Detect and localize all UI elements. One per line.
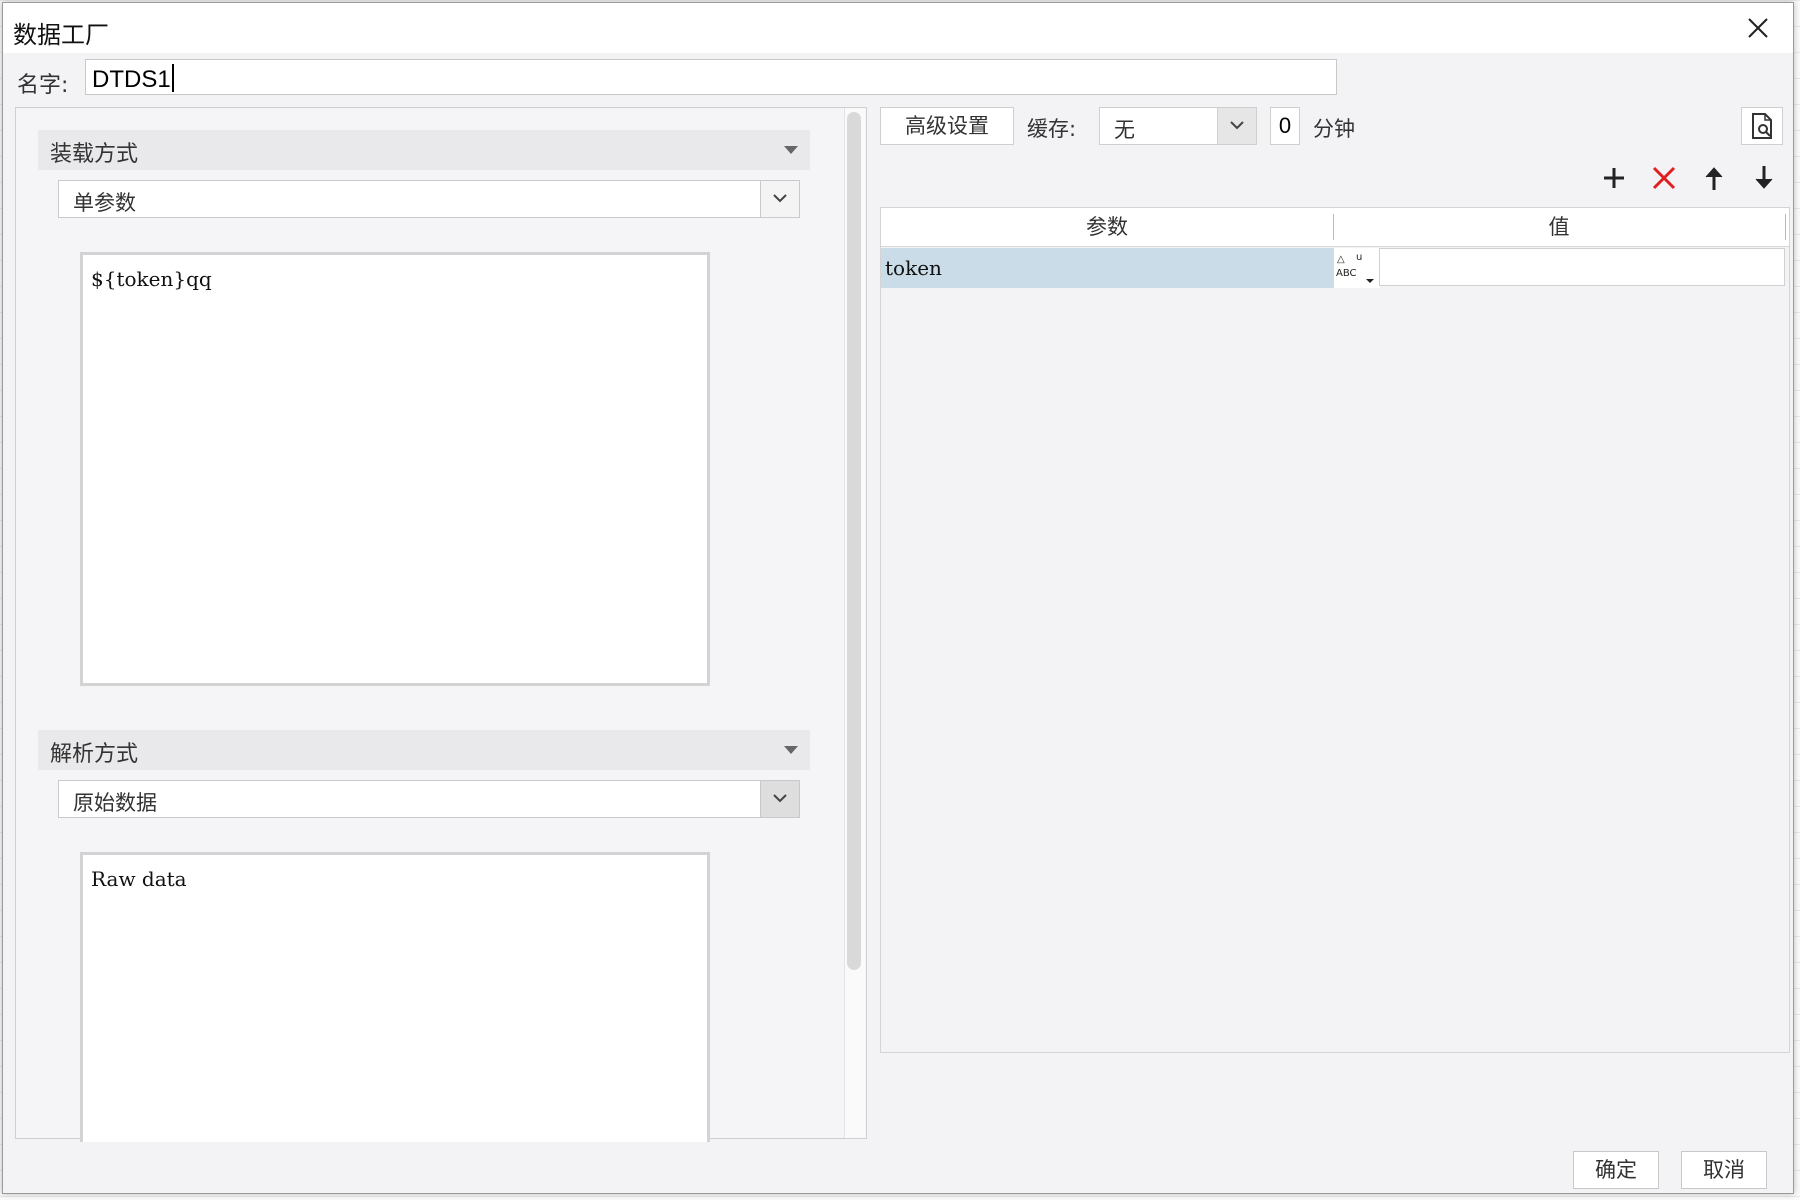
table-header: 参数 值 — [881, 208, 1789, 247]
name-label: 名字: — [17, 73, 69, 98]
close-icon[interactable] — [1741, 11, 1775, 45]
param-name: token — [885, 256, 942, 280]
collapse-triangle-icon[interactable] — [784, 146, 798, 154]
value-input[interactable] — [1379, 248, 1785, 286]
parameter-table: 参数 值 token △ u ABC — [880, 207, 1790, 1053]
collapse-triangle-icon[interactable] — [784, 746, 798, 754]
left-panel: 装载方式 单参数 ${token}qq 解析方式 原始数据 Raw data — [15, 107, 867, 1142]
svg-text:ABC: ABC — [1336, 268, 1357, 279]
parse-method-value: 原始数据 — [73, 791, 157, 815]
parse-method-select[interactable]: 原始数据 — [58, 780, 800, 818]
load-method-select[interactable]: 单参数 — [58, 180, 800, 218]
chevron-down-icon[interactable] — [1217, 108, 1256, 144]
name-input[interactable]: DTDS1 — [85, 59, 1337, 95]
ok-button[interactable]: 确定 — [1573, 1151, 1659, 1189]
delete-icon[interactable] — [1647, 161, 1681, 195]
name-value: DTDS1 — [92, 66, 171, 93]
chevron-down-icon[interactable] — [760, 181, 799, 217]
cache-select[interactable]: 无 — [1099, 107, 1257, 145]
load-content-text: ${token}qq — [91, 267, 212, 291]
preview-button[interactable] — [1741, 107, 1783, 145]
text-caret — [171, 64, 174, 92]
load-section-title: 装载方式 — [50, 142, 139, 167]
parse-content-editor[interactable]: Raw data — [80, 852, 710, 1142]
name-row: 名字: DTDS1 — [3, 55, 1793, 105]
param-cell[interactable]: token — [881, 248, 1333, 288]
parse-section-header[interactable]: 解析方式 — [38, 730, 810, 770]
move-down-icon[interactable] — [1747, 161, 1781, 195]
add-icon[interactable] — [1597, 161, 1631, 195]
advanced-settings-button[interactable]: 高级设置 — [880, 107, 1014, 145]
parse-section-title: 解析方式 — [50, 742, 139, 767]
data-factory-dialog: 数据工厂 名字: DTDS1 装载方式 单参数 ${token}qq 解析方式 — [2, 2, 1794, 1194]
title-bar: 数据工厂 — [3, 3, 1793, 53]
load-section-header[interactable]: 装载方式 — [38, 130, 810, 170]
column-header-param[interactable]: 参数 — [881, 208, 1333, 246]
chevron-down-icon[interactable] — [760, 781, 799, 817]
value-type-icon[interactable]: △ u ABC — [1333, 248, 1380, 288]
dialog-title: 数据工厂 — [13, 21, 109, 49]
minutes-label: 分钟 — [1313, 117, 1355, 141]
svg-text:△: △ — [1337, 254, 1345, 265]
document-search-icon — [1752, 113, 1772, 139]
cancel-button[interactable]: 取消 — [1681, 1151, 1767, 1189]
table-row[interactable]: token △ u ABC — [881, 248, 1789, 288]
move-up-icon[interactable] — [1697, 161, 1731, 195]
cache-value: 无 — [1114, 118, 1135, 142]
svg-text:u: u — [1356, 252, 1362, 263]
load-method-value: 单参数 — [73, 191, 136, 215]
column-divider[interactable] — [1785, 214, 1786, 240]
column-header-value[interactable]: 值 — [1333, 208, 1785, 246]
cache-label: 缓存: — [1027, 117, 1077, 141]
parse-content-text: Raw data — [91, 867, 187, 891]
scrollbar-thumb[interactable] — [847, 112, 861, 970]
load-content-editor[interactable]: ${token}qq — [80, 252, 710, 686]
cache-minutes-input[interactable]: 0 — [1270, 107, 1300, 145]
